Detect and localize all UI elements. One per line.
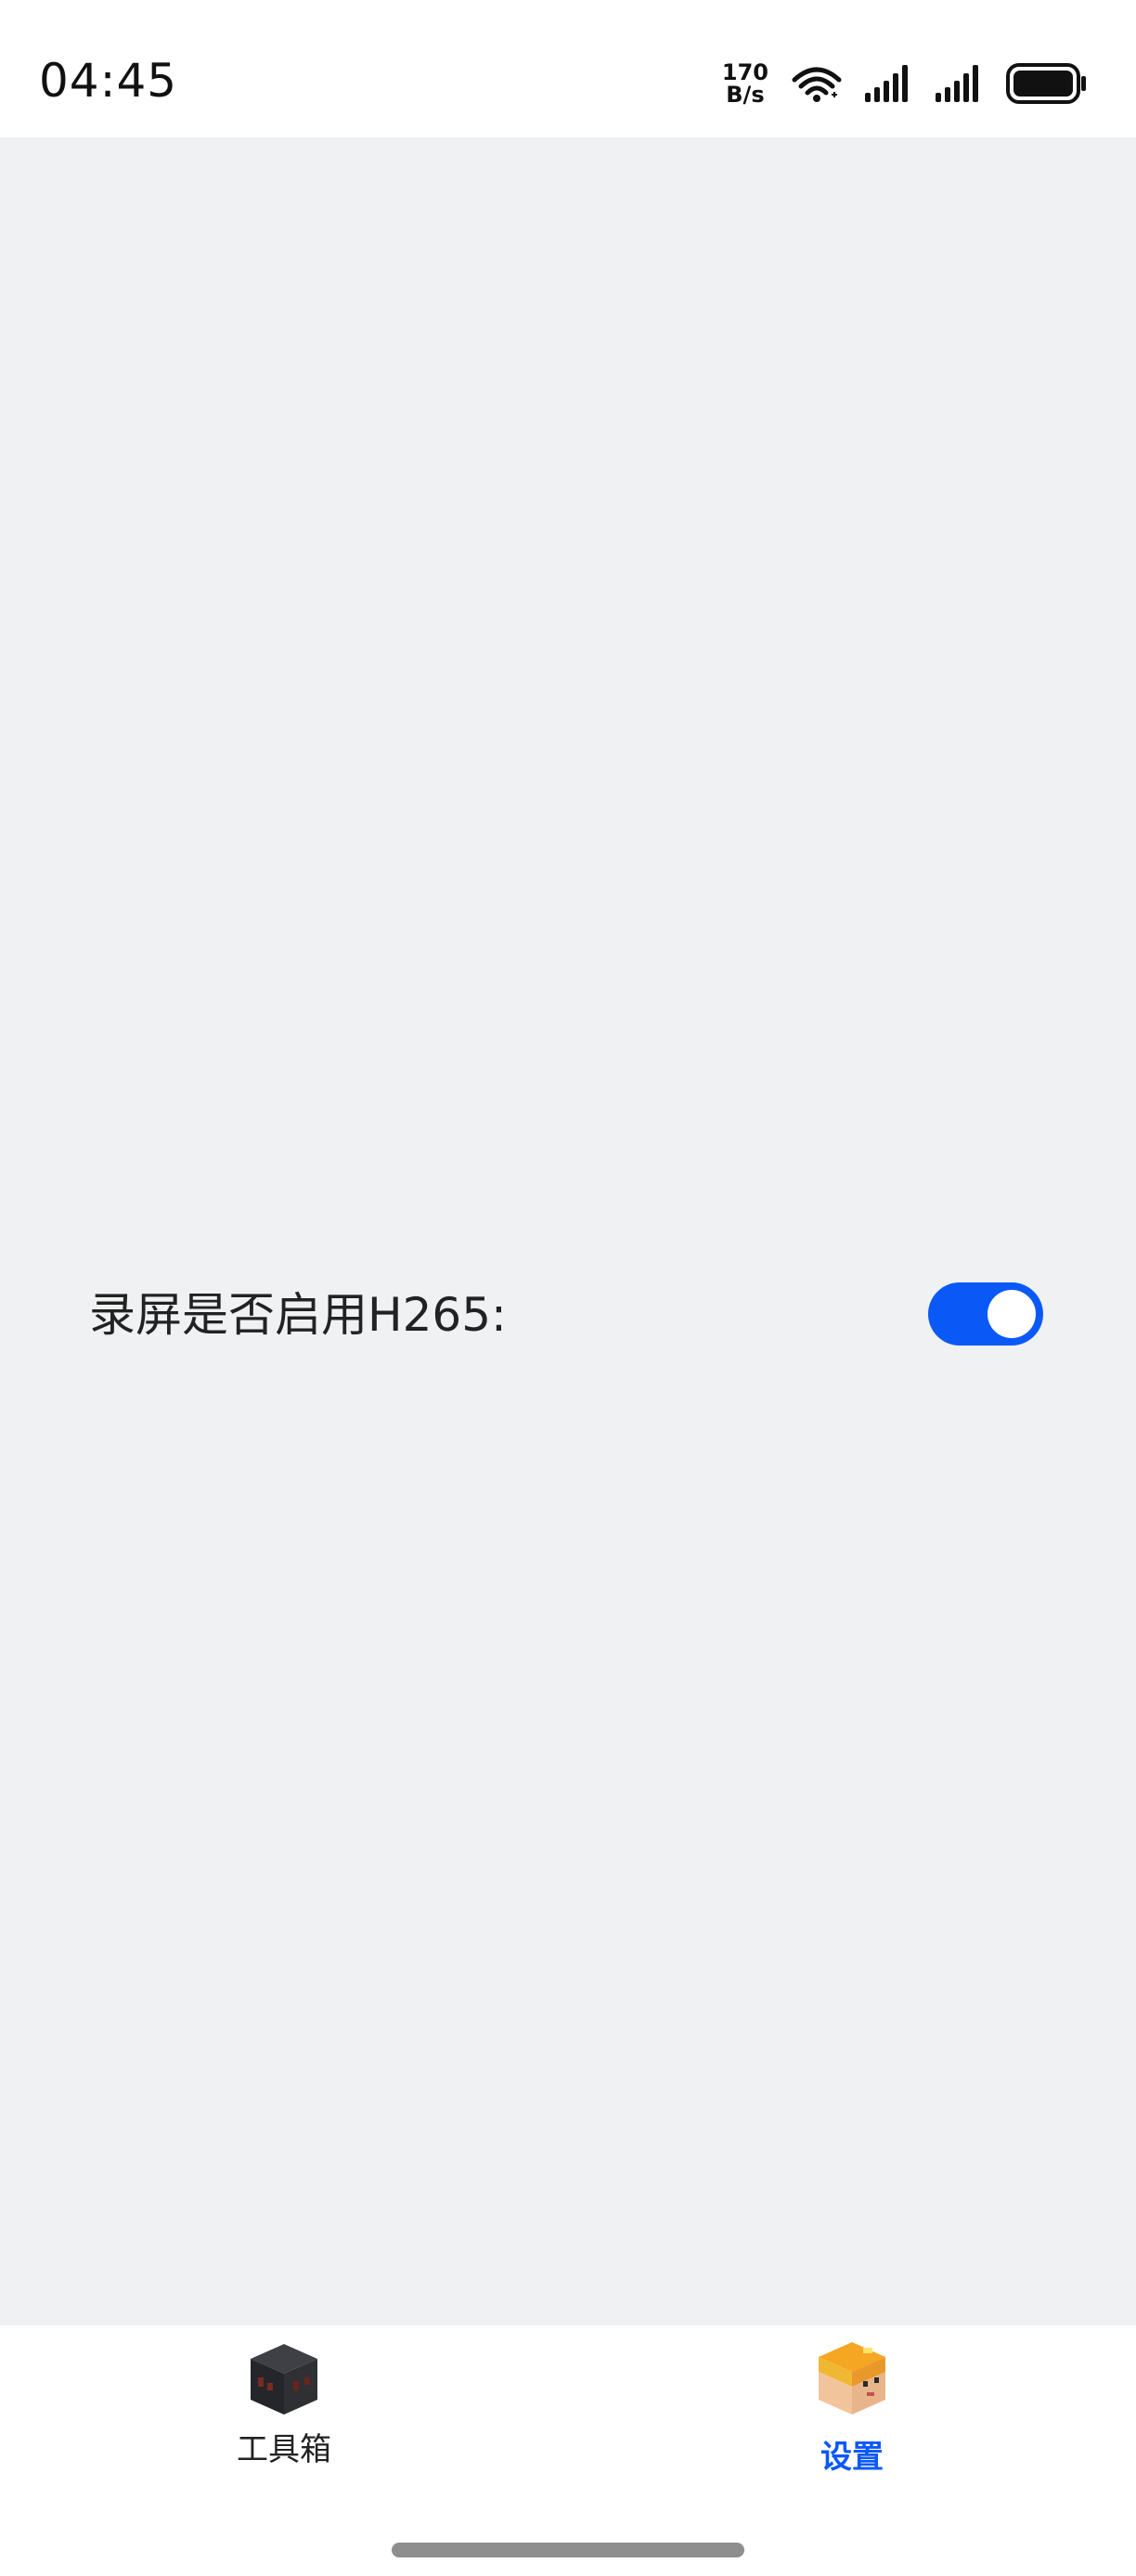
tab-settings[interactable]: 设置 <box>759 2340 945 2498</box>
tab-toolbox-label: 工具箱 <box>237 2431 331 2468</box>
status-time: 04:45 <box>39 54 178 108</box>
bottom-nav: 工具箱 设置 <box>0 2325 1136 2576</box>
battery-icon <box>1006 63 1086 104</box>
status-icons: 170 B/s <box>722 56 1088 111</box>
network-speed-value: 170 <box>721 59 768 85</box>
tab-toolbox[interactable]: 工具箱 <box>191 2340 377 2498</box>
wifi-icon <box>792 67 842 102</box>
h265-setting-row: 录屏是否启用H265: <box>89 1282 1043 1347</box>
home-indicator[interactable] <box>392 2543 744 2557</box>
signal-icon-2 <box>936 65 978 102</box>
toggle-knob <box>988 1290 1036 1338</box>
h265-setting-label: 录屏是否启用H265: <box>89 1288 507 1342</box>
network-speed-unit: B/s <box>726 82 765 108</box>
tab-settings-label: 设置 <box>820 2439 884 2476</box>
block-avatar-icon <box>819 2342 885 2415</box>
network-speed: 170 B/s <box>722 61 768 106</box>
dark-block-icon <box>251 2344 317 2415</box>
signal-icon-1 <box>865 65 908 102</box>
status-bar: 04:45 170 B/s <box>0 0 1136 137</box>
main-content <box>0 137 1136 2325</box>
h265-toggle[interactable] <box>928 1282 1043 1346</box>
